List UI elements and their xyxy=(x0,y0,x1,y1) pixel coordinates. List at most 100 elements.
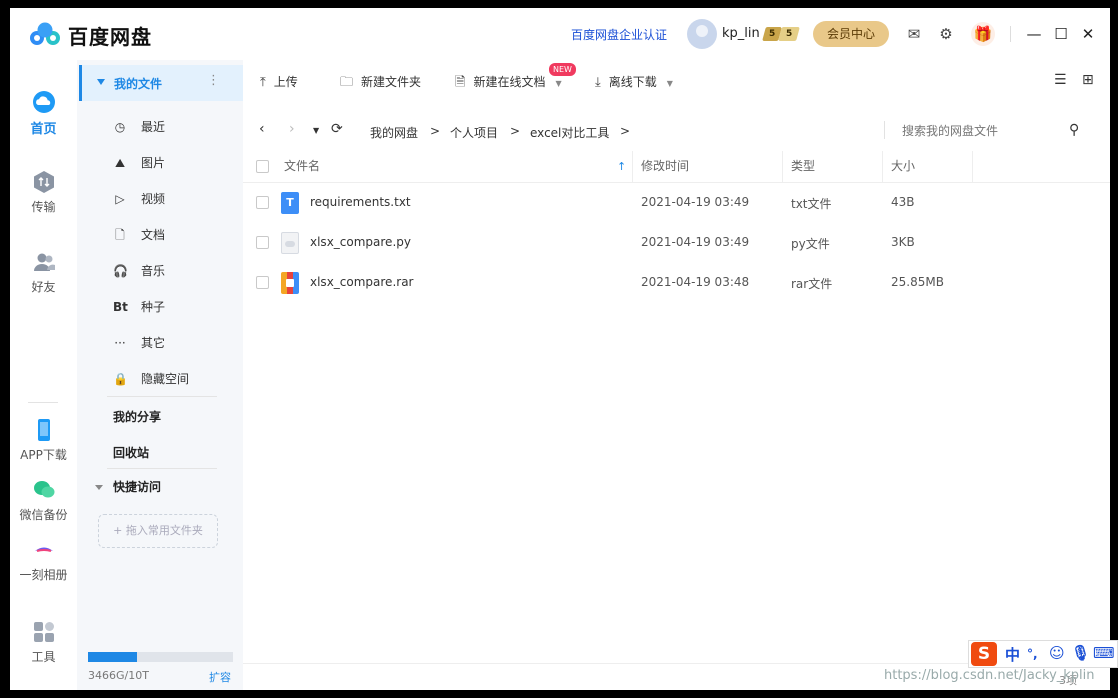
expand-storage-link[interactable]: 扩容 xyxy=(209,669,231,685)
mail-icon[interactable]: ✉ xyxy=(904,24,924,44)
main-panel: ⤒ 上传 🗀 新建文件夹 🗎 新建在线文档 ▼ NEW ⤓ 离线下载 ▼ ☰ ⊞ ‹ › ▼… xyxy=(243,60,1110,690)
sidebar-item-label: 种子 xyxy=(141,300,166,314)
column-name-header[interactable]: 文件名 xyxy=(284,151,320,183)
cell-name[interactable]: requirements.txt xyxy=(310,195,411,209)
cell-name[interactable]: xlsx_compare.rar xyxy=(310,275,413,289)
back-icon[interactable]: ‹ xyxy=(259,121,265,137)
dropdown-caret-icon[interactable]: ▼ xyxy=(555,79,561,88)
cell-size: 3KB xyxy=(891,235,915,249)
column-modified-header[interactable]: 修改时间 xyxy=(641,151,689,183)
sort-ascending-icon[interactable]: ↑ xyxy=(617,151,626,183)
forward-icon[interactable]: › xyxy=(289,121,295,137)
maximize-icon[interactable]: ☐ xyxy=(1051,24,1071,44)
cell-type: rar文件 xyxy=(791,277,833,291)
transfer-icon xyxy=(33,171,54,193)
breadcrumb-item[interactable]: excel对比工具 xyxy=(530,124,609,141)
breadcrumb-separator: > xyxy=(620,124,631,138)
select-all-checkbox[interactable] xyxy=(256,160,269,173)
column-size-header[interactable]: 大小 xyxy=(891,151,915,183)
upload-icon: ⤒ xyxy=(260,75,266,90)
sidebar-item-0[interactable]: ◷ 最近 xyxy=(113,118,165,135)
rail-friends[interactable]: 好友 xyxy=(10,250,77,295)
column-type-header[interactable]: 类型 xyxy=(791,151,815,183)
upload-button[interactable]: ⤒ 上传 xyxy=(260,73,298,90)
rail-tools[interactable]: 工具 xyxy=(10,620,77,665)
emoji-icon[interactable]: ☺ xyxy=(1049,644,1065,662)
row-checkbox[interactable] xyxy=(256,276,269,289)
expand-triangle-icon[interactable] xyxy=(97,79,105,85)
gift-icon[interactable]: 🎁 xyxy=(971,22,995,46)
txt-file-icon: T xyxy=(281,192,299,214)
collapse-triangle-icon xyxy=(95,485,103,490)
rail-yike-album[interactable]: 一刻相册 xyxy=(10,538,77,583)
watermark: https://blog.csdn.net/Jacky_kplin xyxy=(884,668,1095,683)
cell-type: py文件 xyxy=(791,237,830,251)
avatar[interactable] xyxy=(687,19,717,49)
column-divider[interactable] xyxy=(882,151,883,183)
rail-yike-album-label: 一刻相册 xyxy=(19,568,68,582)
rail-wechat-backup[interactable]: 微信备份 xyxy=(10,478,77,523)
sidebar-item-7[interactable]: 🔒 隐藏空间 xyxy=(113,370,189,387)
enterprise-certification-link[interactable]: 百度网盘企业认证 xyxy=(571,26,667,43)
column-divider[interactable] xyxy=(972,151,973,183)
quick-access-header[interactable]: 快捷访问 xyxy=(95,478,161,495)
breadcrumb-item[interactable]: 我的网盘 xyxy=(370,124,418,141)
username[interactable]: kp_lin xyxy=(722,26,760,41)
search-input[interactable] xyxy=(902,124,1062,138)
column-divider[interactable] xyxy=(782,151,783,183)
dropdown-caret-icon[interactable]: ▼ xyxy=(667,79,673,88)
drop-common-folder-zone[interactable]: + 拖入常用文件夹 xyxy=(98,514,218,548)
grid-view-icon[interactable]: ⊞ xyxy=(1082,72,1094,88)
rail-app-download-label: APP下载 xyxy=(20,448,67,462)
sidebar-item-label: 视频 xyxy=(141,192,166,206)
new-online-doc-button[interactable]: 🗎 新建在线文档 ▼ xyxy=(455,73,562,95)
minimize-icon[interactable]: — xyxy=(1024,24,1044,44)
album-icon xyxy=(34,547,53,552)
breadcrumb-separator: > xyxy=(510,124,521,138)
search-icon[interactable]: ⚲ xyxy=(1069,122,1079,138)
cell-name[interactable]: xlsx_compare.py xyxy=(310,235,411,249)
rail-friends-label: 好友 xyxy=(31,280,56,294)
table-row[interactable]: xlsx_compare.py 2021-04-19 03:49 py文件 3KB xyxy=(243,223,1110,263)
rail-transfer[interactable]: 传输 xyxy=(10,170,77,215)
sidebar-item-2[interactable]: ▷ 视频 xyxy=(113,190,165,207)
lock-icon: 🔒 xyxy=(113,372,128,386)
sogou-logo-icon[interactable]: S xyxy=(971,642,997,666)
tools-grid-icon xyxy=(33,622,54,642)
sidebar-my-files-label: 我的文件 xyxy=(114,77,163,91)
sidebar-item-3[interactable]: 🗋 文档 xyxy=(113,226,165,247)
sidebar-my-share[interactable]: 我的分享 xyxy=(113,408,161,425)
headphones-icon: 🎧 xyxy=(113,264,128,278)
cell-size: 25.85MB xyxy=(891,275,944,289)
new-folder-button[interactable]: 🗀 新建文件夹 xyxy=(340,73,421,95)
settings-icon[interactable]: ⚙ xyxy=(936,24,956,44)
storage-usage-text: 3466G/10T xyxy=(88,669,149,682)
rail-app-download[interactable]: APP下载 xyxy=(10,418,77,463)
vip-center-button[interactable]: 会员中心 xyxy=(813,21,889,47)
refresh-icon[interactable]: ⟳ xyxy=(331,121,343,137)
left-rail: 首页 传输 好友 APP下载 微信备份 一刻相册 工具 xyxy=(10,60,77,690)
table-row[interactable]: xlsx_compare.rar 2021-04-19 03:48 rar文件 25.… xyxy=(243,263,1110,303)
sidebar-item-4[interactable]: 🎧 音乐 xyxy=(113,262,165,279)
sidebar-item-5[interactable]: Bt 种子 xyxy=(113,298,165,315)
sidebar-item-label: 最近 xyxy=(141,120,166,134)
history-dropdown-icon[interactable]: ▼ xyxy=(313,126,319,135)
row-checkbox[interactable] xyxy=(256,196,269,209)
close-icon[interactable]: ✕ xyxy=(1078,24,1098,44)
more-options-icon[interactable]: ⋮ xyxy=(207,73,220,88)
microphone-icon[interactable]: 🎙 xyxy=(1071,644,1090,662)
ime-language-toggle[interactable]: 中 xyxy=(1005,644,1020,665)
sidebar-item-1[interactable]: ⛰ 图片 xyxy=(113,154,165,171)
table-row[interactable]: Trequirements.txt 2021-04-19 03:49 txt文件 43… xyxy=(243,183,1110,223)
keyboard-icon[interactable]: ⌨ xyxy=(1093,644,1115,662)
sidebar-my-files[interactable]: 我的文件 ⋮ xyxy=(79,65,243,101)
column-divider[interactable] xyxy=(632,151,633,183)
breadcrumb-item[interactable]: 个人项目 xyxy=(450,124,498,141)
offline-download-button[interactable]: ⤓ 离线下载 ▼ xyxy=(595,73,673,90)
sidebar-item-6[interactable]: ··· 其它 xyxy=(113,334,165,351)
ime-punctuation-toggle[interactable]: °, xyxy=(1027,647,1038,661)
sidebar-recycle-bin[interactable]: 回收站 xyxy=(113,444,149,461)
rail-home[interactable]: 首页 xyxy=(10,90,77,137)
sort-list-icon[interactable]: ☰ xyxy=(1054,72,1067,88)
row-checkbox[interactable] xyxy=(256,236,269,249)
